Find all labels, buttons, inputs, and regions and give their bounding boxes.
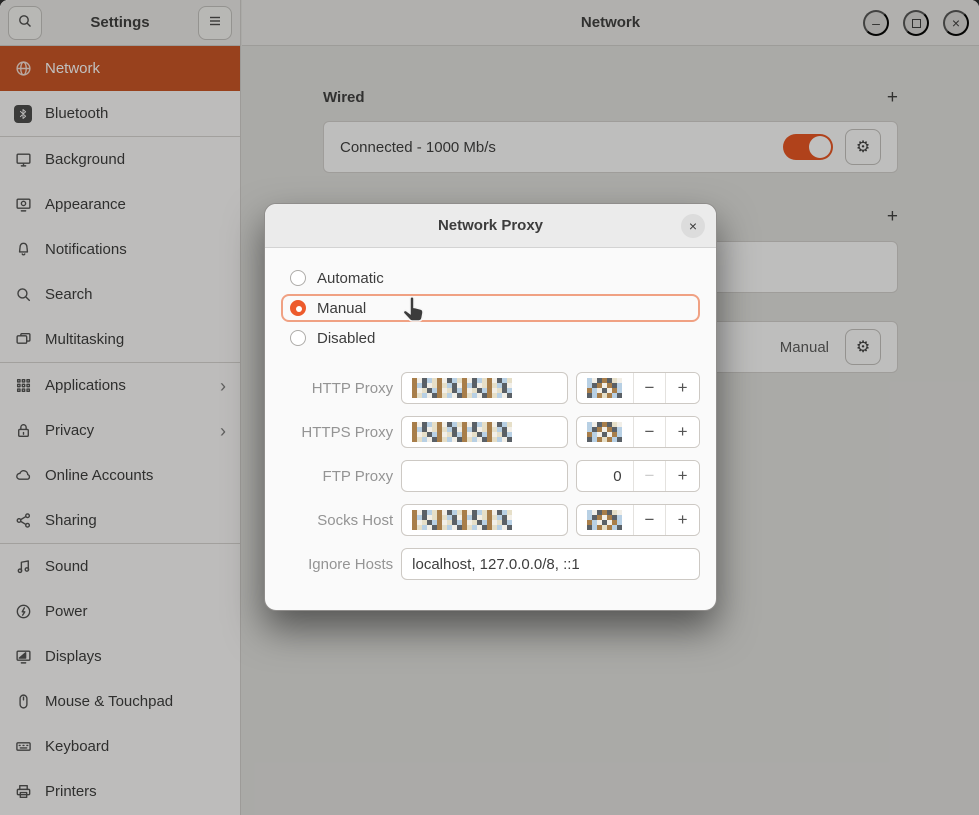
proxy-mode-radio-group: Automatic Manual Disabled (281, 264, 700, 352)
increment-button[interactable]: + (666, 417, 699, 447)
increment-button[interactable]: + (666, 461, 699, 491)
decrement-button[interactable]: − (634, 417, 667, 447)
socks-host-label: Socks Host (281, 512, 393, 529)
ftp-proxy-input[interactable] (401, 460, 568, 492)
radio-button-automatic[interactable] (290, 270, 306, 286)
radio-row-automatic[interactable]: Automatic (281, 264, 700, 292)
http-proxy-row: HTTP Proxy − + (281, 372, 700, 404)
ignore-hosts-input[interactable]: localhost, 127.0.0.0/8, ::1 (401, 548, 700, 580)
dialog-header: Network Proxy × (265, 204, 716, 248)
redacted-port-value (587, 510, 622, 530)
decrement-button[interactable]: − (634, 373, 667, 403)
radio-button-manual[interactable] (290, 300, 306, 316)
http-port-spinner: − + (576, 372, 700, 404)
socks-host-input[interactable] (401, 504, 568, 536)
redacted-port-value (587, 422, 622, 442)
redacted-host-value (412, 422, 512, 442)
dialog-close-button[interactable]: × (681, 214, 705, 238)
ftp-proxy-label: FTP Proxy (281, 468, 393, 485)
decrement-button[interactable]: − (634, 505, 667, 535)
dialog-title: Network Proxy (438, 217, 543, 234)
https-proxy-label: HTTPS Proxy (281, 424, 393, 441)
ftp-port-spinner: 0 − + (576, 460, 700, 492)
close-icon: × (689, 219, 697, 233)
http-proxy-label: HTTP Proxy (281, 380, 393, 397)
https-port-value[interactable] (577, 417, 634, 447)
socks-port-value[interactable] (577, 505, 634, 535)
settings-window: Settings Network Bluetooth (0, 0, 979, 815)
increment-button[interactable]: + (666, 505, 699, 535)
radio-row-manual[interactable]: Manual (281, 294, 700, 322)
ignore-hosts-label: Ignore Hosts (281, 556, 393, 573)
radio-label: Automatic (317, 270, 384, 287)
radio-button-disabled[interactable] (290, 330, 306, 346)
radio-row-disabled[interactable]: Disabled (281, 324, 700, 352)
http-proxy-input[interactable] (401, 372, 568, 404)
ftp-port-value[interactable]: 0 (577, 461, 634, 491)
dialog-body: Automatic Manual Disabled HTTP Proxy (265, 248, 716, 610)
http-port-value[interactable] (577, 373, 634, 403)
ignore-hosts-row: Ignore Hosts localhost, 127.0.0.0/8, ::1 (281, 548, 700, 580)
socks-host-row: Socks Host − + (281, 504, 700, 536)
radio-label: Disabled (317, 330, 375, 347)
redacted-port-value (587, 378, 622, 398)
https-port-spinner: − + (576, 416, 700, 448)
manual-proxy-form: HTTP Proxy − + HTTPS Proxy − + (281, 372, 700, 580)
socks-port-spinner: − + (576, 504, 700, 536)
radio-label: Manual (317, 300, 366, 317)
redacted-host-value (412, 510, 512, 530)
https-proxy-input[interactable] (401, 416, 568, 448)
ignore-hosts-value: localhost, 127.0.0.0/8, ::1 (412, 556, 580, 573)
https-proxy-row: HTTPS Proxy − + (281, 416, 700, 448)
ftp-proxy-row: FTP Proxy 0 − + (281, 460, 700, 492)
redacted-host-value (412, 378, 512, 398)
increment-button[interactable]: + (666, 373, 699, 403)
network-proxy-dialog: Network Proxy × Automatic Manual Disable… (264, 203, 717, 611)
decrement-button-disabled: − (634, 461, 667, 491)
